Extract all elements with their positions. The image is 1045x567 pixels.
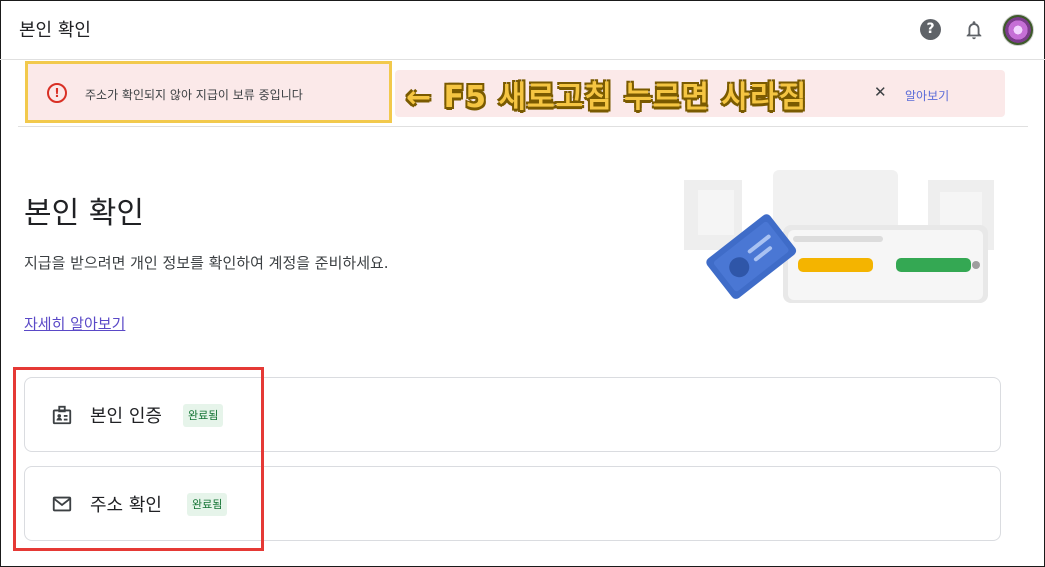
error-icon: !	[47, 83, 67, 103]
alert-learn-more-link[interactable]: 알아보기	[905, 87, 949, 104]
close-icon[interactable]: ✕	[874, 83, 887, 101]
highlight-box	[13, 367, 264, 551]
app-title: 본인 확인	[19, 20, 91, 41]
learn-more-link[interactable]: 자세히 알아보기	[24, 313, 125, 334]
alert-message: 주소가 확인되지 않아 지급이 보류 중입니다	[85, 88, 303, 102]
page-title: 본인 확인	[24, 196, 144, 231]
page-description: 지급을 받으려면 개인 정보를 확인하여 계정을 준비하세요.	[24, 254, 389, 272]
help-icon[interactable]: ?	[920, 19, 941, 40]
avatar[interactable]	[1002, 14, 1034, 46]
alert-highlight-box: ! 주소가 확인되지 않아 지급이 보류 중입니다	[25, 61, 392, 123]
top-bar: 본인 확인 ?	[0, 0, 1045, 60]
identity-illustration	[684, 170, 994, 303]
annotation-text: ← F5 새로고침 누르면 사라짐	[406, 80, 808, 115]
bell-icon[interactable]	[963, 19, 985, 41]
